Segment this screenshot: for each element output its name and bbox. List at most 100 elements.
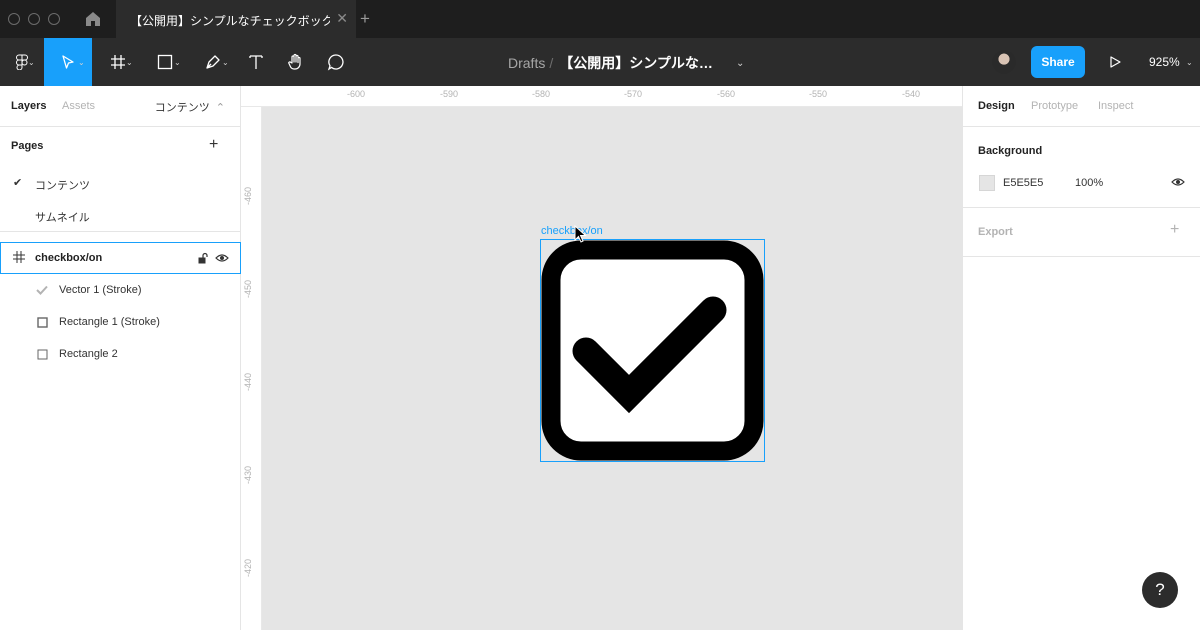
close-tab-icon[interactable]: ✕	[336, 10, 348, 27]
frame-icon	[111, 55, 125, 69]
export-section-title: Export	[978, 226, 1013, 238]
page-selector[interactable]: コンテンツ ⌃	[155, 99, 225, 115]
ruler-tick: -450	[243, 279, 253, 298]
square-icon	[37, 349, 48, 360]
pages-title: Pages	[11, 140, 44, 152]
divider	[963, 207, 1200, 208]
background-color-swatch[interactable]	[979, 175, 995, 191]
tab-assets[interactable]: Assets	[62, 100, 95, 112]
background-opacity-input[interactable]: 100%	[1075, 177, 1103, 189]
ruler-tick: -430	[243, 465, 253, 484]
layers-panel: Layers Assets コンテンツ ⌃ Pages + ✔ コンテンツ サム…	[0, 86, 241, 630]
divider	[0, 231, 241, 232]
file-name[interactable]: 【公開用】シンプルな…	[559, 55, 713, 71]
zoom-chevron-icon[interactable]: ⌄	[1186, 58, 1193, 67]
unlock-icon[interactable]	[197, 252, 209, 264]
layer-row-vector-1[interactable]: Vector 1 (Stroke)	[0, 275, 241, 307]
frame-tool-button[interactable]: ⌄	[98, 38, 138, 86]
check-icon	[36, 285, 48, 295]
page-item-label: コンテンツ	[35, 180, 90, 192]
layer-row-checkbox-on[interactable]: checkbox/on	[0, 242, 241, 274]
toolbar: ⌄ ⌄ ⌄ ⌄ ⌄ Drafts / 【公開用】シンプルな… ⌄ Share 9…	[0, 38, 1200, 86]
frame-icon	[13, 251, 25, 263]
chevron-up-icon: ⌃	[215, 102, 225, 114]
breadcrumb: Drafts / 【公開用】シンプルな…	[508, 53, 713, 73]
ruler-tick: -420	[243, 558, 253, 577]
new-tab-icon[interactable]: +	[360, 9, 370, 29]
checkbox-frame[interactable]	[540, 239, 765, 462]
ruler-tick: -460	[243, 186, 253, 205]
left-panel-tabs: Layers Assets コンテンツ ⌃	[0, 86, 241, 127]
background-section-title: Background	[978, 145, 1043, 157]
tab-layers[interactable]: Layers	[11, 100, 46, 112]
comment-icon	[327, 54, 344, 71]
page-item-contents[interactable]: ✔ コンテンツ	[0, 169, 240, 199]
breadcrumb-drafts[interactable]: Drafts	[508, 55, 545, 71]
file-tab-title: 【公開用】シンプルなチェックボック…	[130, 14, 330, 28]
chevron-down-icon: ⌄	[78, 58, 85, 67]
minimize-window-button[interactable]	[28, 13, 40, 25]
help-button[interactable]: ?	[1142, 572, 1178, 608]
hand-tool-button[interactable]	[280, 38, 312, 86]
chevron-down-icon: ⌄	[222, 58, 229, 67]
close-window-button[interactable]	[8, 13, 20, 25]
ruler-tick: -600	[346, 89, 366, 99]
hand-icon	[288, 53, 301, 70]
layer-row-rectangle-1[interactable]: Rectangle 1 (Stroke)	[0, 307, 241, 339]
breadcrumb-separator: /	[549, 55, 554, 71]
eye-icon[interactable]	[215, 253, 229, 263]
tab-design[interactable]: Design	[978, 100, 1015, 112]
checkmark-icon: ✔	[13, 177, 23, 189]
avatar[interactable]	[992, 50, 1016, 74]
pen-icon	[206, 55, 220, 69]
layer-name: Rectangle 1 (Stroke)	[59, 316, 160, 328]
share-button[interactable]: Share	[1031, 46, 1085, 78]
chevron-down-icon: ⌄	[28, 58, 35, 67]
frame-label[interactable]: checkbox/on	[541, 225, 603, 237]
add-export-icon[interactable]: +	[1170, 221, 1179, 239]
ruler-tick: -590	[439, 89, 459, 99]
tab-inspect[interactable]: Inspect	[1098, 100, 1133, 112]
layer-name: Rectangle 2	[59, 348, 118, 360]
home-icon[interactable]	[84, 10, 102, 28]
ruler-tick: -440	[243, 372, 253, 391]
text-icon	[249, 55, 263, 69]
text-tool-button[interactable]	[240, 38, 272, 86]
chevron-down-icon: ⌄	[126, 58, 133, 67]
comment-tool-button[interactable]	[320, 38, 352, 86]
page-item-label: サムネイル	[35, 212, 90, 224]
checkbox-on-icon[interactable]	[541, 240, 764, 461]
main-menu-button[interactable]: ⌄	[0, 38, 44, 86]
ruler-tick: -580	[531, 89, 551, 99]
current-page-label: コンテンツ	[154, 102, 210, 114]
ruler-vertical: -460 -450 -440 -430 -420	[241, 107, 262, 630]
ruler-horizontal: -600 -590 -580 -570 -560 -550 -540	[241, 86, 962, 107]
layer-row-rectangle-2[interactable]: Rectangle 2	[0, 339, 241, 371]
ruler-tick: -570	[623, 89, 643, 99]
add-page-icon[interactable]: +	[209, 136, 218, 154]
move-tool-button[interactable]: ⌄	[44, 38, 92, 86]
background-hex-input[interactable]: E5E5E5	[1003, 177, 1043, 189]
title-bar: 【公開用】シンプルなチェックボック… ✕ +	[0, 0, 1200, 38]
layer-name: checkbox/on	[35, 252, 103, 264]
ruler-tick: -550	[808, 89, 828, 99]
zoom-level[interactable]: 925%	[1149, 55, 1180, 69]
mouse-cursor-icon	[574, 225, 587, 243]
chevron-down-icon: ⌄	[174, 58, 181, 67]
layer-name: Vector 1 (Stroke)	[59, 284, 142, 296]
play-icon[interactable]	[1108, 55, 1122, 69]
file-tab[interactable]: 【公開用】シンプルなチェックボック… ✕	[116, 0, 356, 38]
tab-prototype[interactable]: Prototype	[1031, 100, 1078, 112]
page-item-thumbnail[interactable]: サムネイル	[0, 201, 240, 231]
eye-icon[interactable]	[1171, 177, 1185, 187]
shape-tool-button[interactable]: ⌄	[144, 38, 186, 86]
square-icon	[37, 317, 48, 328]
ruler-tick: -560	[716, 89, 736, 99]
cursor-icon	[62, 55, 74, 69]
file-menu-chevron-icon[interactable]: ⌄	[736, 58, 744, 69]
ruler-tick: -540	[901, 89, 921, 99]
pen-tool-button[interactable]: ⌄	[192, 38, 234, 86]
rectangle-icon	[157, 54, 173, 70]
maximize-window-button[interactable]	[48, 13, 60, 25]
divider	[963, 126, 1200, 127]
